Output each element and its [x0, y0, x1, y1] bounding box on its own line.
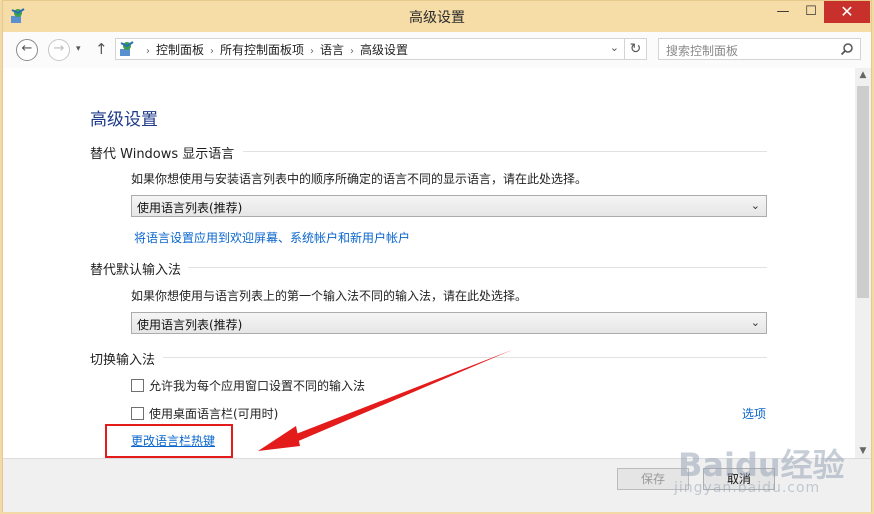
display-language-description: 如果你想使用与安装语言列表中的顺序所确定的语言不同的显示语言，请在此处选择。 [131, 172, 588, 186]
display-language-heading: 替代 Windows 显示语言 [90, 147, 235, 162]
breadcrumb-language[interactable]: 语言 [320, 43, 344, 57]
display-language-select-value: 使用语言列表(推荐) [137, 201, 243, 215]
minimize-button[interactable]: — [768, 1, 798, 23]
title-bar[interactable]: 高级设置 — ☐ ✕ [3, 1, 871, 32]
per-app-input-label: 允许我为每个应用窗口设置不同的输入法 [149, 379, 366, 393]
scroll-up-arrow-icon[interactable]: ▲ [855, 70, 871, 80]
input-method-select-value: 使用语言列表(推荐) [137, 318, 243, 332]
breadcrumb-control-panel[interactable]: 控制面板 [156, 43, 204, 57]
vertical-scrollbar[interactable]: ▲ ▼ [855, 68, 871, 458]
breadcrumb-separator-icon: › [146, 46, 150, 57]
apply-language-settings-link[interactable]: 将语言设置应用到欢迎屏幕、系统帐户和新用户帐户 [134, 229, 410, 246]
input-method-description: 如果你想使用与语言列表上的第一个输入法不同的输入法，请在此处选择。 [131, 289, 528, 303]
up-level-button[interactable]: ↑ [95, 40, 108, 58]
breadcrumb-separator-icon: › [350, 46, 355, 57]
navigation-toolbar: ← → ▾ ↑ › 控制面板 › 所有控制面板项 › 语言 › 高级设置 ⌄ ↻ 搜索控制面板 [3, 32, 871, 69]
back-button[interactable]: ← [16, 39, 38, 61]
scrollbar-thumb[interactable] [857, 86, 869, 298]
language-bar-options-link[interactable]: 选项 [742, 405, 766, 422]
maximize-button[interactable]: ☐ [796, 1, 826, 23]
breadcrumb: › 控制面板 › 所有控制面板项 › 语言 › 高级设置 [140, 41, 408, 58]
breadcrumb-advanced-settings[interactable]: 高级设置 [360, 43, 408, 57]
search-placeholder: 搜索控制面板 [666, 44, 739, 58]
page-title: 高级设置 [90, 110, 158, 130]
address-dropdown-icon[interactable]: ⌄ [610, 41, 619, 54]
refresh-button[interactable]: ↻ [625, 38, 647, 60]
annotation-highlight-box [105, 424, 233, 458]
watermark-url: jingyan.baidu.com [674, 480, 821, 496]
input-method-select[interactable]: 使用语言列表(推荐) ⌄ [131, 312, 767, 334]
forward-button[interactable]: → [48, 39, 70, 61]
window-title: 高级设置 [409, 10, 465, 26]
search-icon[interactable] [840, 42, 854, 56]
baidu-watermark: Baidu经验 jingyan.baidu.com [670, 438, 870, 512]
per-app-input-checkbox-row[interactable]: 允许我为每个应用窗口设置不同的输入法 [131, 377, 365, 394]
recent-locations-chevron-icon[interactable]: ▾ [76, 44, 81, 54]
breadcrumb-separator-icon: › [310, 46, 315, 57]
breadcrumb-separator-icon: › [210, 46, 215, 57]
desktop-language-bar-label: 使用桌面语言栏(可用时) [149, 407, 279, 421]
control-panel-icon [120, 41, 134, 56]
chevron-down-icon: ⌄ [750, 199, 760, 212]
section-divider [243, 151, 767, 152]
section-divider [188, 267, 767, 268]
address-bar[interactable]: › 控制面板 › 所有控制面板项 › 语言 › 高级设置 ⌄ [115, 38, 625, 60]
desktop-language-bar-checkbox[interactable] [131, 407, 144, 420]
per-app-input-checkbox[interactable] [131, 379, 144, 392]
switching-heading: 切换输入法 [90, 353, 156, 368]
search-input[interactable]: 搜索控制面板 [658, 38, 861, 60]
settings-content: 高级设置 替代 Windows 显示语言 如果你想使用与安装语言列表中的顺序所确… [3, 68, 855, 458]
desktop-language-bar-checkbox-row[interactable]: 使用桌面语言栏(可用时) [131, 405, 278, 422]
chevron-down-icon: ⌄ [750, 316, 760, 329]
input-method-heading: 替代默认输入法 [90, 263, 182, 278]
display-language-select[interactable]: 使用语言列表(推荐) ⌄ [131, 195, 767, 217]
breadcrumb-all-items[interactable]: 所有控制面板项 [220, 43, 304, 57]
section-divider [163, 357, 767, 358]
control-panel-window: 高级设置 — ☐ ✕ ← → ▾ ↑ › 控制面板 › 所有控制面板项 › 语言 › 高级设置… [2, 0, 872, 512]
close-button[interactable]: ✕ [824, 1, 870, 23]
